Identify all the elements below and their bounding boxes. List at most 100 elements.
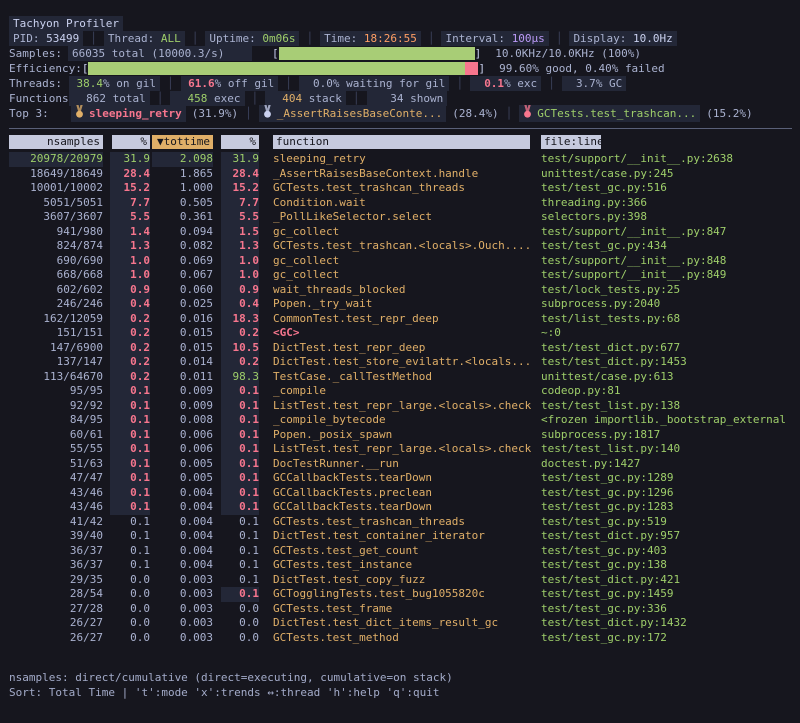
samples-total: 66035 total (10000.3/s)	[68, 46, 252, 61]
threads-stat: 3.7% GC	[562, 76, 627, 91]
cumulative-pct-cell: 0.1	[213, 413, 259, 428]
direct-pct-cell: 0.1	[103, 544, 150, 559]
functions-stat: 404 stack	[265, 91, 346, 106]
file-line-cell: test/test_dict.py:421	[541, 573, 800, 588]
nsamples-cell: 43/46	[9, 500, 103, 515]
cumulative-pct-cell: 1.0	[213, 254, 259, 269]
direct-pct-cell: 0.1	[103, 399, 150, 414]
tottime-cell: 0.005	[150, 471, 213, 486]
cumulative-pct-cell: 98.3	[213, 370, 259, 385]
nsamples-cell: 43/46	[9, 486, 103, 501]
separator: │	[428, 31, 435, 46]
silver-medal-icon	[263, 105, 272, 122]
file-line-cell: test/support/__init__.py:848	[541, 254, 800, 269]
tottime-cell: 0.069	[150, 254, 213, 269]
file-line-cell: threading.py:366	[541, 196, 800, 211]
function-cell: GCCallbackTests.tearDown	[259, 471, 541, 486]
separator: │	[285, 76, 292, 91]
function-cell: gc_collect	[259, 268, 541, 283]
function-cell: DictTest.test_copy_fuzz	[259, 573, 541, 588]
time-field: Time: 18:26:55	[320, 31, 421, 46]
tottime-cell: 0.505	[150, 196, 213, 211]
nsamples-cell: 113/64670	[9, 370, 103, 385]
nsamples-cell: 18649/18649	[9, 167, 103, 182]
direct-pct-cell: 0.1	[103, 515, 150, 530]
tottime-cell: 0.015	[150, 326, 213, 341]
efficiency-line: Efficiency: [ ] 99.60% good, 0.40% faile…	[9, 61, 800, 76]
top3-function-name: sleeping_retry	[89, 106, 182, 121]
top3-percent: (31.9%)	[192, 106, 238, 121]
cumulative-pct-cell: 0.1	[213, 558, 259, 573]
tottime-cell: 0.004	[150, 486, 213, 501]
tottime-cell: 0.004	[150, 544, 213, 559]
tottime-cell: 1.000	[150, 181, 213, 196]
tottime-cell: 0.014	[150, 355, 213, 370]
direct-pct-cell: 0.2	[103, 355, 150, 370]
info-line: PID: 53499 │ Thread: ALL │ Uptime: 0m06s…	[9, 31, 800, 46]
file-line-cell: test/test_dict.py:957	[541, 529, 800, 544]
thread-field: Thread: ALL	[104, 31, 185, 46]
direct-pct-cell: 0.2	[103, 370, 150, 385]
tottime-cell: 0.008	[150, 413, 213, 428]
function-cell: DictTest.test_container_iterator	[259, 529, 541, 544]
file-line-cell: test/test_dict.py:1453	[541, 355, 800, 370]
function-cell: CommonTest.test_repr_deep	[259, 312, 541, 327]
direct-pct-cell: 0.1	[103, 558, 150, 573]
terminal-window[interactable]: Tachyon Profiler PID: 53499 │ Thread: AL…	[0, 0, 800, 700]
direct-pct-cell: 31.9	[103, 152, 150, 167]
cumulative-pct-cell: 0.2	[213, 326, 259, 341]
direct-pct-cell: 1.3	[103, 239, 150, 254]
file-line-cell: selectors.py:398	[541, 210, 800, 225]
function-cell: _compile	[259, 384, 541, 399]
file-line-cell: test/test_gc.py:1289	[541, 471, 800, 486]
functions-line: Functions: 862 total│458 exec│404 stack│…	[9, 91, 800, 106]
tottime-cell: 2.098	[150, 152, 213, 167]
tottime-cell: 0.009	[150, 399, 213, 414]
nsamples-cell: 20978/20979	[9, 152, 103, 167]
function-cell: gc_collect	[259, 254, 541, 269]
divider	[9, 128, 792, 129]
file-line-cell: test/test_dict.py:1432	[541, 616, 800, 631]
tottime-cell: 0.004	[150, 529, 213, 544]
cumulative-pct-cell: 0.9	[213, 283, 259, 298]
cumulative-pct-cell: 0.1	[213, 486, 259, 501]
nsamples-cell: 246/246	[9, 297, 103, 312]
cumulative-pct-cell: 0.1	[213, 500, 259, 515]
function-cell: ListTest.test_repr_large.<locals>.check	[259, 399, 541, 414]
cumulative-pct-cell: 0.2	[213, 355, 259, 370]
function-cell: GCTests.test_instance	[259, 558, 541, 573]
cumulative-pct-cell: 0.1	[213, 457, 259, 472]
top3-percent: (28.4%)	[452, 106, 498, 121]
file-line-cell: test/test_gc.py:516	[541, 181, 800, 196]
cumulative-pct-cell: 0.1	[213, 573, 259, 588]
column-header-direct-pct: %	[103, 135, 150, 150]
bronze-medal-icon	[523, 105, 532, 122]
nsamples-cell: 602/602	[9, 283, 103, 298]
separator: │	[245, 106, 252, 121]
function-cell: GCTests.test_trashcan.<locals>.Ouch....	[259, 239, 541, 254]
function-cell: Popen._try_wait	[259, 297, 541, 312]
function-cell: DictTest.test_dict_items_result_gc	[259, 616, 541, 631]
tottime-cell: 0.016	[150, 312, 213, 327]
tottime-cell: 0.003	[150, 573, 213, 588]
file-line-cell: test/test_list.py:140	[541, 442, 800, 457]
nsamples-cell: 3607/3607	[9, 210, 103, 225]
function-cell: GCTests.test_trashcan_threads	[259, 515, 541, 530]
nsamples-cell: 26/27	[9, 631, 103, 646]
function-cell: wait_threads_blocked	[259, 283, 541, 298]
separator: │	[192, 31, 199, 46]
column-header-tottime-sort: ▼tottime	[150, 135, 213, 150]
tottime-cell: 0.025	[150, 297, 213, 312]
tottime-cell: 0.004	[150, 500, 213, 515]
nsamples-cell: 95/95	[9, 384, 103, 399]
nsamples-cell: 162/12059	[9, 312, 103, 327]
function-cell: DictTest.test_store_evilattr.<locals...	[259, 355, 541, 370]
cumulative-pct-cell: 5.5	[213, 210, 259, 225]
cumulative-pct-cell: 1.0	[213, 268, 259, 283]
display-field: Display: 10.0Hz	[569, 31, 676, 46]
nsamples-cell: 92/92	[9, 399, 103, 414]
function-cell: sleeping_retry	[259, 152, 541, 167]
pid-field: PID: 53499	[9, 31, 83, 46]
nsamples-cell: 60/61	[9, 428, 103, 443]
top3-item: sleeping_retry	[71, 105, 186, 122]
